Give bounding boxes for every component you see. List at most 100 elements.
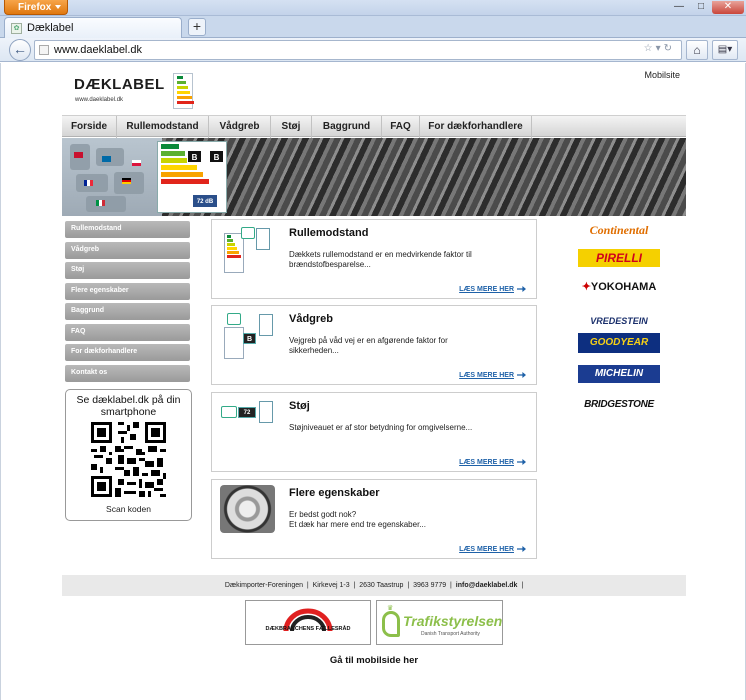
card-vaadgreb: B Vådgreb Vejgreb på våd vej er en afgør… [211, 305, 537, 385]
footer-email-link[interactable]: info@daeklabel.dk [456, 582, 518, 589]
firefox-menu-label: Firefox [18, 2, 52, 13]
url-bar[interactable]: www.daeklabel.dk ☆▾↻ [34, 40, 682, 60]
favicon-icon: ✿ [11, 23, 22, 34]
close-icon[interactable]: ✕ [712, 1, 744, 14]
chevron-down-icon [55, 5, 61, 9]
sidebar-item-stoj[interactable]: Støj [65, 262, 190, 279]
wet-grip-label-image: B [221, 311, 281, 366]
nav-baggrund[interactable]: Baggrund [312, 116, 382, 138]
hero-rating-b-1: B [187, 150, 202, 163]
firefox-menu-button[interactable]: Firefox [4, 0, 68, 15]
url-bar-icons[interactable]: ☆▾↻ [644, 43, 675, 54]
dropdown-icon[interactable]: ▾ [656, 43, 664, 54]
nav-faq[interactable]: FAQ [382, 116, 420, 138]
trafik-logo-text: Trafikstyrelsen [403, 613, 503, 629]
footer-phone: 3963 9779 [413, 582, 447, 589]
card-title: Flere egenskaber [289, 487, 380, 499]
brand-pirelli-logo[interactable]: PIRELLI [578, 249, 660, 267]
maximize-icon[interactable]: □ [690, 1, 712, 14]
tab-title: Dæklabel [27, 22, 74, 34]
brand-bridgestone-logo[interactable]: BRIDGESTONE [578, 395, 660, 415]
hero-rating-b-2: B [209, 150, 224, 163]
tab-strip: ✿ Dæklabel + [0, 16, 746, 38]
bookmark-star-icon[interactable]: ☆ [644, 43, 656, 54]
qr-title: Se dæklabel.dk på din smartphone [76, 394, 181, 418]
arrow-right-icon[interactable] [517, 372, 526, 378]
brand-yokohama-logo[interactable]: ✦YOKOHAMA [578, 277, 660, 297]
crown-icon: ♛ [387, 605, 394, 612]
arrow-right-icon[interactable] [517, 459, 526, 465]
sidebar-item-rullemodstand[interactable]: Rullemodstand [65, 221, 190, 238]
nav-rullemodstand[interactable]: Rullemodstand [117, 116, 209, 138]
brand-michelin-logo[interactable]: MICHELIN [578, 365, 660, 383]
sidebar-item-faq[interactable]: FAQ [65, 323, 190, 341]
reload-icon[interactable]: ↻ [664, 43, 675, 54]
title-bar: Firefox — □ ✕ [0, 0, 746, 16]
page-viewport: DÆKLABEL www.daeklabel.dk Mobilsite Fors… [0, 63, 746, 700]
read-more-link[interactable]: LÆS MERE HER [459, 546, 514, 553]
trafikstyrelsen-logo[interactable]: ♛ Trafikstyrelsen Danish Transport Autho… [376, 600, 503, 645]
mobile-site-link[interactable]: Gå til mobilside her [1, 655, 746, 666]
sidebar: Rullemodstand Vådgreb Støj Flere egenska… [65, 221, 192, 385]
brand-continental-logo[interactable]: Continental [578, 220, 660, 240]
nav-vaadgreb[interactable]: Vådgreb [209, 116, 271, 138]
qr-code-image[interactable] [91, 422, 166, 497]
fuel-pump-icon [241, 227, 255, 239]
arrow-right-icon[interactable] [517, 546, 526, 552]
brand-vredestein-logo[interactable]: VREDESTEIN [578, 311, 660, 331]
trafik-logo-sub: Danish Transport Authority [421, 631, 480, 637]
tab-active[interactable]: ✿ Dæklabel [4, 17, 182, 38]
card-flere-egenskaber: Flere egenskaber Er bedst godt nok? Et d… [211, 479, 537, 559]
page-icon [39, 45, 49, 55]
footer-org: Dækimporter-Foreningen [224, 582, 304, 589]
daekbranchens-faellesraad-logo[interactable]: DÆKBRANCHENS FÆLLESRÅD [245, 600, 371, 645]
sidebar-item-baggrund[interactable]: Baggrund [65, 303, 190, 320]
card-rullemodstand: Rullemodstand Dækkets rullemodstand er e… [211, 219, 537, 299]
back-button[interactable]: ← [9, 39, 31, 61]
footer-city: 2630 Taastrup [359, 582, 404, 589]
rain-icon [227, 313, 241, 325]
brand-yokohama-text: YOKOHAMA [590, 281, 657, 293]
new-tab-button[interactable]: + [188, 18, 206, 36]
car-wheel-image [220, 485, 275, 533]
noise-label-image: 72 dB [221, 398, 281, 453]
sidebar-item-for-daekforhandlere[interactable]: For dækforhandlere [65, 344, 190, 361]
footer-address: Kirkevej 1-3 [312, 582, 350, 589]
nav-forside[interactable]: Forside [62, 116, 117, 138]
read-more-link[interactable]: LÆS MERE HER [459, 286, 514, 293]
sidebar-item-kontakt-os[interactable]: Kontakt os [65, 364, 190, 382]
yokohama-mark-icon: ✦ [581, 281, 591, 293]
noise-value: 72 dB [238, 407, 256, 427]
read-more-link[interactable]: LÆS MERE HER [459, 372, 514, 379]
url-text: www.daeklabel.dk [54, 44, 143, 56]
card-description: Vejgreb på våd vej er en afgørende fakto… [289, 336, 448, 355]
arrow-right-icon[interactable] [517, 286, 526, 292]
home-button[interactable]: ⌂ [686, 40, 708, 60]
main-nav: Forside Rullemodstand Vådgreb Støj Baggr… [62, 115, 686, 138]
toolbar-menu-button[interactable]: ▤▾ [712, 40, 738, 60]
dtf-ring-icon [283, 608, 333, 632]
nav-stoj[interactable]: Støj [271, 116, 312, 138]
qr-caption: Scan koden [106, 504, 151, 514]
brand-goodyear-logo[interactable]: GOODYEAR [578, 333, 660, 353]
hero-noise-badge: 72 dB [192, 194, 218, 208]
tyre-label-icon [173, 73, 194, 109]
sidebar-item-flere-egenskaber[interactable]: Flere egenskaber [65, 282, 190, 300]
hero-banner: B B 72 dB [62, 138, 686, 216]
menu-icon: ▤▾ [717, 44, 733, 55]
speaker-icon [221, 406, 237, 418]
card-description: Støjniveauet er af stor betydning for om… [289, 423, 473, 432]
read-more-link[interactable]: LÆS MERE HER [459, 459, 514, 466]
site-logo[interactable]: DÆKLABEL [74, 76, 165, 93]
europe-map-image [62, 138, 162, 216]
rolling-resistance-label-image [221, 225, 281, 280]
card-title: Vådgreb [289, 313, 334, 325]
site-header: DÆKLABEL www.daeklabel.dk Mobilsite [62, 67, 686, 115]
nav-for-daekforhandlere[interactable]: For dækforhandlere [420, 116, 532, 138]
dtf-logo-text: DÆKBRANCHENS FÆLLESRÅD [265, 626, 351, 632]
card-title: Rullemodstand [289, 227, 369, 239]
mobilsite-link[interactable]: Mobilsite [644, 70, 680, 80]
minimize-icon[interactable]: — [668, 1, 690, 14]
sidebar-item-vaadgreb[interactable]: Vådgreb [65, 241, 190, 259]
card-description: Er bedst godt nok? Et dæk har mere end t… [289, 510, 426, 529]
